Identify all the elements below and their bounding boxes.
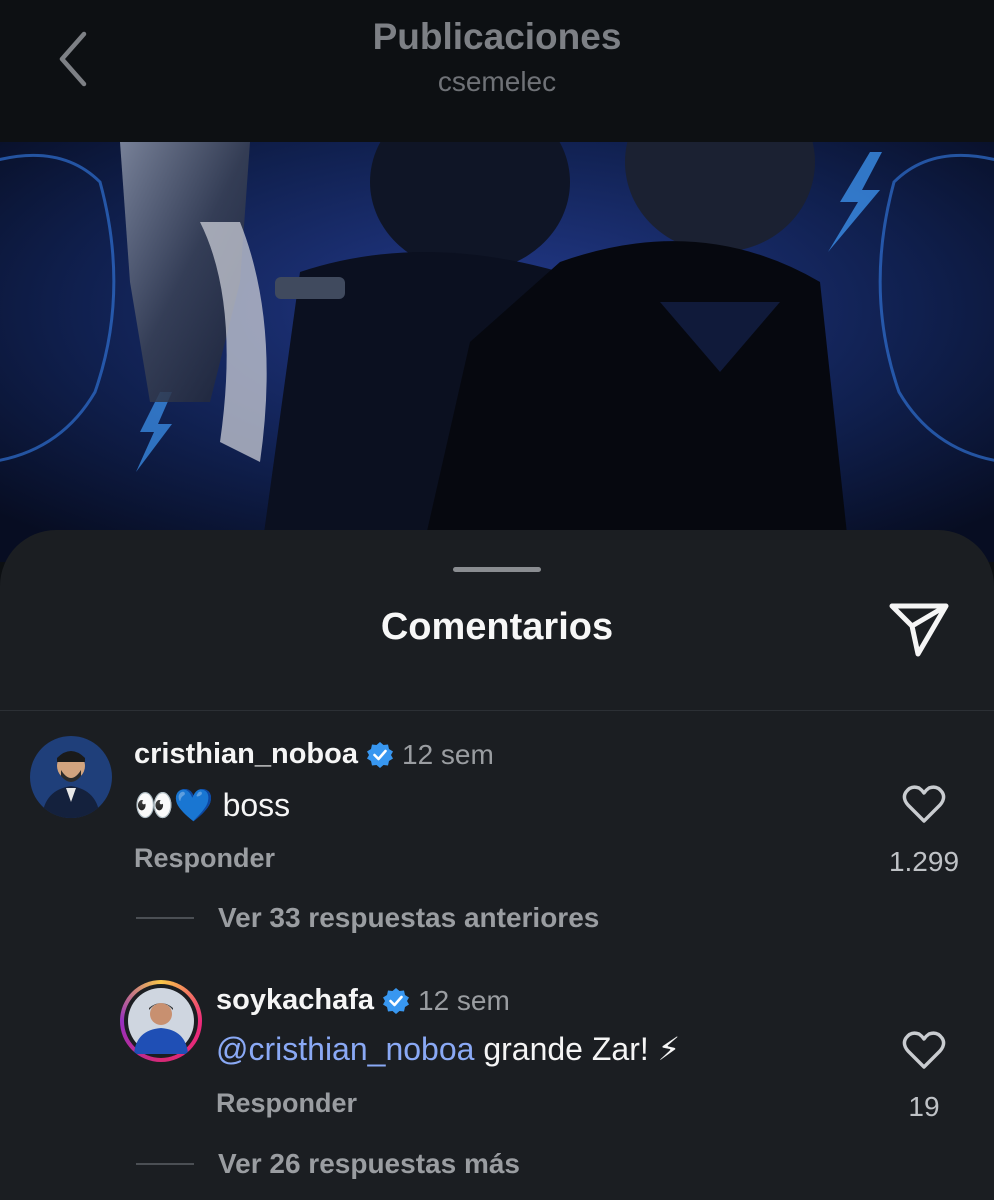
reply-thread-line: [136, 917, 194, 919]
like-count: 19: [908, 1091, 940, 1122]
reply-button[interactable]: Responder: [134, 843, 275, 874]
comment-timestamp: 12 sem: [418, 984, 510, 1016]
reply-thread-line: [136, 1163, 194, 1165]
heart-icon[interactable]: [902, 784, 946, 824]
mention-link[interactable]: @cristhian_noboa: [216, 1031, 474, 1068]
verified-badge-icon: [383, 987, 409, 1014]
view-replies-label: Ver 33 respuestas anteriores: [218, 902, 600, 933]
account-name[interactable]: csemelec: [0, 66, 994, 98]
comment-username[interactable]: soykachafa: [216, 984, 374, 1017]
view-replies-label: Ver 26 respuestas más: [218, 1148, 520, 1179]
avatar: [128, 988, 194, 1054]
heart-icon[interactable]: [902, 1030, 946, 1070]
avatar-story-ring[interactable]: [120, 980, 202, 1062]
like-count: 1.299: [888, 846, 960, 877]
avatar[interactable]: [30, 736, 112, 818]
top-navigation-bar: Publicaciones csemelec: [0, 0, 994, 142]
verified-badge-icon: [367, 741, 393, 768]
drag-handle[interactable]: [453, 567, 541, 572]
comment-timestamp: 12 sem: [402, 738, 494, 770]
comment-body: grande Zar! ⚡: [483, 1031, 681, 1067]
comment-text: @cristhian_noboa grande Zar! ⚡: [216, 1030, 680, 1068]
comment-username[interactable]: cristhian_noboa: [134, 738, 358, 771]
paper-plane-icon[interactable]: [888, 600, 950, 658]
page-title: Publicaciones: [372, 16, 622, 57]
sheet-title: Comentarios: [380, 606, 614, 648]
post-image[interactable]: [0, 142, 994, 562]
comment-text: 👀💙 boss: [134, 787, 291, 823]
view-more-replies-button[interactable]: Ver 26 respuestas más: [136, 1148, 520, 1180]
divider: [0, 710, 994, 711]
comments-sheet: Comentarios cristhian_noboa 12 sem 👀💙 bo…: [0, 530, 994, 1200]
reply-button[interactable]: Responder: [216, 1088, 357, 1119]
view-previous-replies-button[interactable]: Ver 33 respuestas anteriores: [136, 902, 599, 934]
